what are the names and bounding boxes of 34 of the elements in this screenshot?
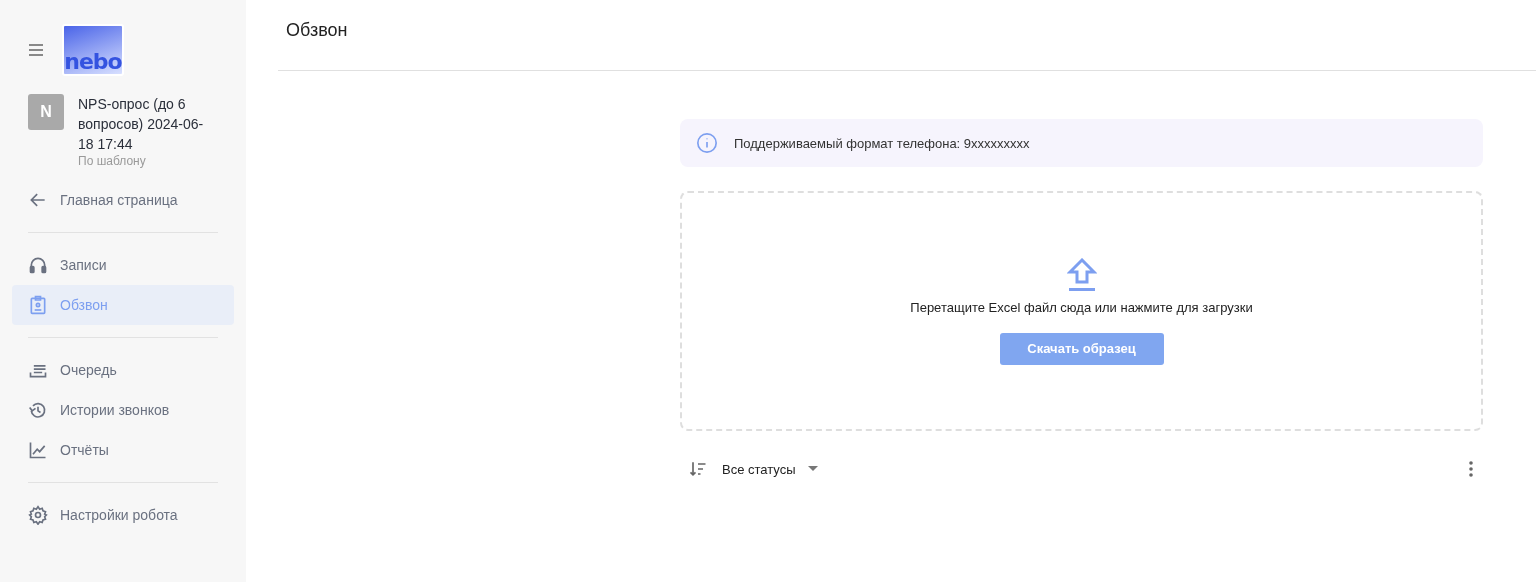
project-avatar: N: [28, 94, 64, 130]
nav-item[interactable]: Записи: [12, 245, 234, 285]
line-chart-icon: [28, 440, 48, 460]
nav-label: Настройки робота: [60, 507, 178, 523]
clipboard-person-icon: [28, 295, 48, 315]
nav-item[interactable]: Истории звонков: [12, 390, 234, 430]
nav-item[interactable]: Настройки робота: [12, 495, 234, 535]
page-title: Обзвон: [286, 19, 348, 41]
logo: nebo: [62, 24, 124, 76]
status-dropdown[interactable]: Все статусы: [722, 461, 818, 477]
headphones-icon: [28, 255, 48, 275]
nav-label: Обзвон: [60, 297, 108, 313]
nav-item[interactable]: Очередь: [12, 350, 234, 390]
upload-icon: [1066, 257, 1097, 292]
project-subtitle: По шаблону: [78, 154, 147, 168]
caret-icon: [807, 466, 818, 472]
nav-item[interactable]: Отчёты: [12, 430, 234, 470]
download-sample-button[interactable]: Скачать образец: [999, 332, 1164, 365]
info-text: Поддерживаемый формат телефона: 9xxxxxxxxx: [734, 135, 1030, 151]
nav-label: Записи: [60, 257, 107, 273]
project-name: NPS-опрос (до 6 вопросов) 2024-06-18 17:44: [78, 95, 205, 154]
nav-label: Главная страница: [60, 192, 178, 208]
more-icon[interactable]: [1469, 461, 1473, 477]
nav-label: Очередь: [60, 362, 117, 378]
settings-icon: [28, 505, 48, 525]
nav-label: Истории звонков: [60, 402, 170, 418]
upload-dropzone[interactable]: Перетащите Excel файл сюда или нажмите для загрузки Скачать образец: [680, 191, 1483, 431]
info-icon: [696, 132, 718, 154]
nav-item[interactable]: Главная страница: [12, 180, 234, 220]
sort-icon[interactable]: [688, 459, 708, 479]
dropzone-text: Перетащите Excel файл сюда или нажмите для загрузки: [910, 299, 1253, 315]
history-icon: [28, 400, 48, 420]
nav-label: Отчёты: [60, 442, 109, 458]
menu-icon[interactable]: [28, 44, 44, 56]
